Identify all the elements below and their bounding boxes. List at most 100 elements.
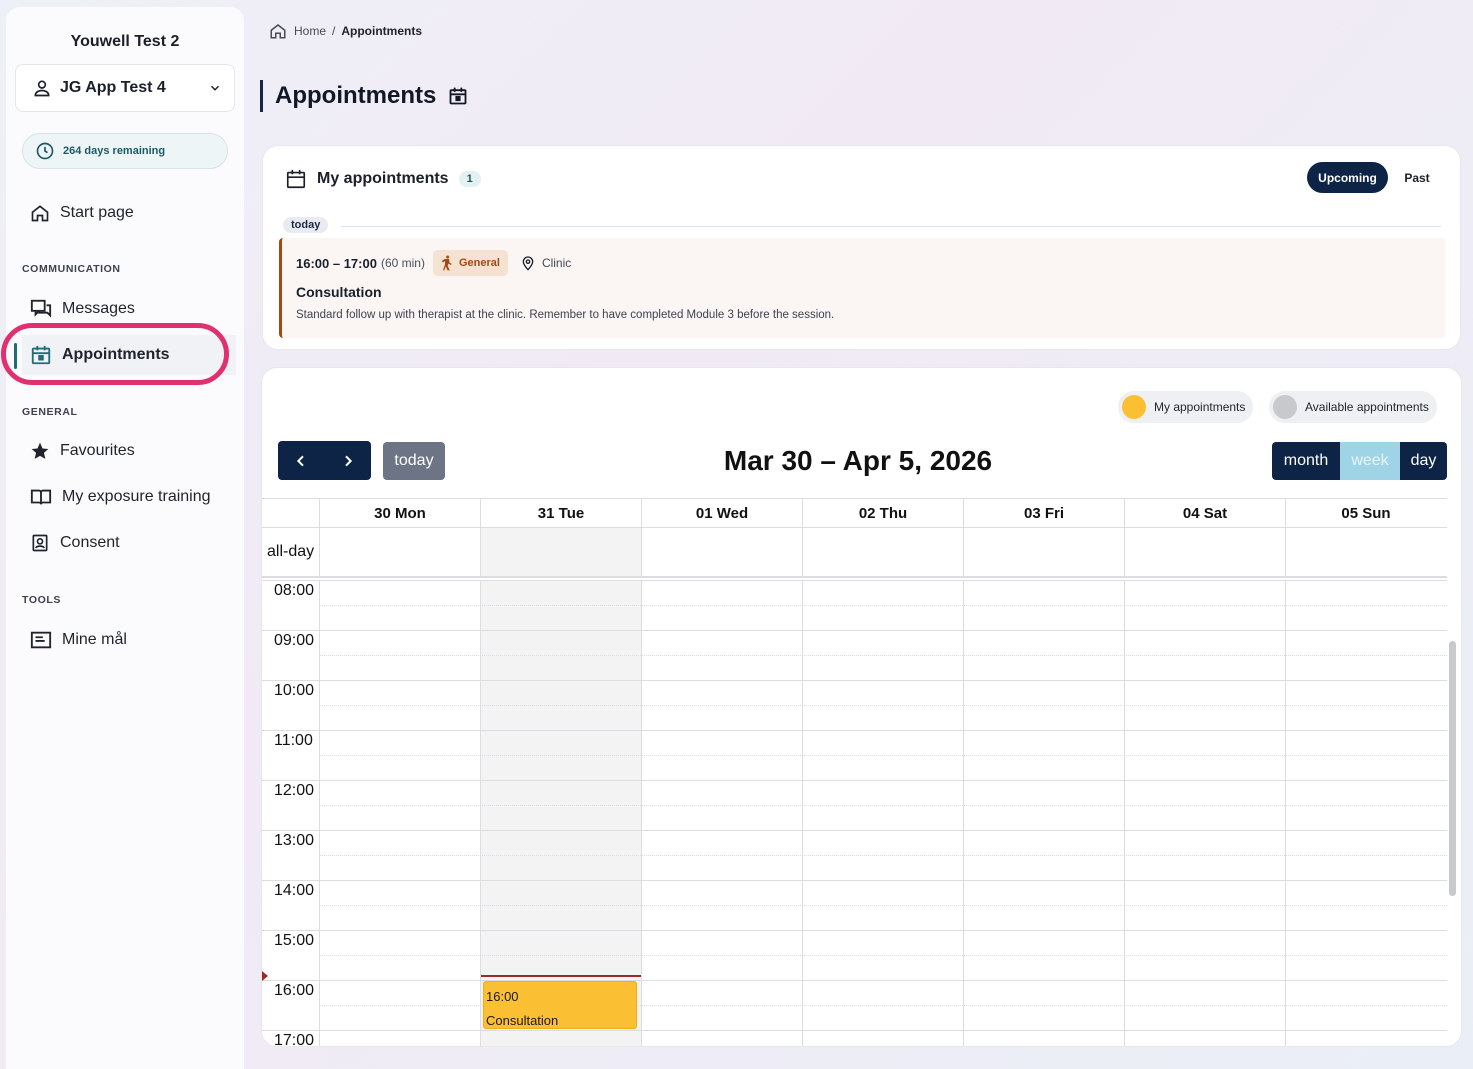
- location-pin-icon: [522, 256, 534, 271]
- current-time-arrow: [262, 971, 268, 981]
- half-hour-line: [320, 605, 1447, 606]
- category-badge: General: [432, 250, 508, 276]
- legend-available-appointments: Available appointments: [1269, 391, 1437, 423]
- section-general: GENERAL: [22, 406, 78, 418]
- day-header: 31 Tue: [480, 499, 641, 528]
- half-hour-line: [320, 805, 1447, 806]
- calendar-card: My appointments Available appointments t…: [261, 367, 1462, 1047]
- legend-label: My appointments: [1154, 400, 1246, 414]
- legend-dot-mine: [1122, 395, 1146, 419]
- time-label: 11:00: [274, 732, 313, 749]
- calendar-icon: [31, 345, 51, 365]
- section-communication: COMMUNICATION: [22, 263, 121, 275]
- time-label: 16:00: [274, 982, 315, 999]
- breadcrumb: Home / Appointments: [268, 22, 422, 40]
- sidebar-item-label: My exposure training: [62, 488, 211, 505]
- sidebar: Youwell Test 2 JG App Test 4 264 days re…: [6, 7, 244, 1069]
- all-day-cell[interactable]: [963, 528, 1124, 576]
- sidebar-item-messages[interactable]: Messages: [22, 289, 236, 329]
- half-hour-line: [320, 655, 1447, 656]
- sidebar-item-start-page[interactable]: Start page: [22, 193, 236, 233]
- day-column[interactable]: [319, 580, 480, 1046]
- org-name: Youwell Test 2: [70, 33, 180, 50]
- view-week-button[interactable]: week: [1340, 442, 1400, 480]
- sidebar-item-appointments[interactable]: Appointments: [14, 335, 236, 375]
- all-day-cell[interactable]: [641, 528, 802, 576]
- day-column[interactable]: [1285, 580, 1446, 1046]
- appointment-duration: (60 min): [380, 256, 425, 270]
- upcoming-toggle[interactable]: Upcoming: [1307, 162, 1388, 193]
- time-label: 17:00: [274, 1032, 315, 1047]
- sidebar-item-consent[interactable]: Consent: [22, 523, 236, 563]
- all-day-cell[interactable]: [480, 528, 641, 576]
- appointments-count-badge: 1: [458, 171, 481, 187]
- hour-line: [262, 630, 1447, 631]
- current-time-line: [481, 975, 641, 977]
- sidebar-item-label: Mine mål: [62, 631, 127, 648]
- my-appointments-header: My appointments 1: [285, 168, 481, 190]
- days-remaining-badge: 264 days remaining: [22, 133, 228, 169]
- day-header: 02 Thu: [802, 499, 963, 528]
- hour-line: [262, 830, 1447, 831]
- day-header: 03 Fri: [963, 499, 1124, 528]
- time-label: 09:00: [274, 632, 315, 649]
- all-day-cell[interactable]: [1285, 528, 1446, 576]
- time-label: 13:00: [274, 832, 315, 849]
- day-column[interactable]: [963, 580, 1124, 1046]
- all-day-cell[interactable]: [319, 528, 480, 576]
- today-chip: today: [283, 217, 329, 233]
- day-header: 01 Wed: [641, 499, 802, 528]
- day-column[interactable]: [641, 580, 802, 1046]
- past-toggle[interactable]: Past: [1395, 162, 1439, 193]
- breadcrumb-home[interactable]: Home: [294, 24, 326, 38]
- day-column[interactable]: [802, 580, 963, 1046]
- sidebar-item-mine-mal[interactable]: Mine mål: [22, 620, 236, 660]
- sidebar-item-label: Favourites: [60, 442, 135, 459]
- person-walking-icon: [441, 255, 452, 271]
- hour-line: [262, 1030, 1447, 1031]
- legend-dot-available: [1273, 395, 1297, 419]
- home-icon[interactable]: [268, 22, 288, 40]
- user-icon: [34, 80, 50, 97]
- badge-icon: [32, 534, 48, 552]
- appointment-time: 16:00 – 17:00: [296, 255, 377, 271]
- hour-line: [262, 730, 1447, 731]
- time-grid[interactable]: 08:00 09:00 10:00 11:00 12:00 13:00 14:00 15:00…: [262, 580, 1447, 1047]
- sidebar-item-label: Start page: [60, 204, 134, 221]
- category-label: General: [458, 257, 500, 269]
- all-day-cell[interactable]: [802, 528, 963, 576]
- user-select[interactable]: JG App Test 4: [15, 64, 235, 112]
- hour-line: [262, 980, 1447, 981]
- hour-line: [262, 780, 1447, 781]
- view-day-button[interactable]: day: [1400, 442, 1447, 480]
- day-header: 30 Mon: [319, 499, 480, 528]
- hour-line: [262, 880, 1447, 881]
- sidebar-item-label: Appointments: [62, 346, 170, 363]
- all-day-cell[interactable]: [1124, 528, 1285, 576]
- breadcrumb-separator: /: [332, 24, 336, 38]
- time-label: 10:00: [274, 682, 315, 699]
- calendar-scrollbar[interactable]: [1449, 641, 1456, 896]
- hour-line: [262, 680, 1447, 681]
- day-column[interactable]: [1124, 580, 1285, 1046]
- clock-icon: [36, 142, 54, 160]
- view-month-button[interactable]: month: [1272, 442, 1340, 480]
- section-tools: TOOLS: [22, 594, 61, 606]
- appointment-entry[interactable]: 16:00 – 17:00 (60 min) General Clinic Co…: [279, 238, 1445, 338]
- half-hour-line: [320, 755, 1447, 756]
- time-label: 08:00: [274, 582, 315, 599]
- location: Clinic: [520, 254, 571, 272]
- time-label: 15:00: [274, 932, 315, 949]
- event-time: 16:00: [486, 989, 519, 1004]
- home-icon: [31, 205, 49, 222]
- calendar-event[interactable]: 16:00 Consultation: [483, 981, 637, 1029]
- day-header: 05 Sun: [1285, 499, 1446, 528]
- chat-icon: [30, 299, 52, 318]
- chevron-down-icon: [210, 85, 220, 91]
- breadcrumb-current: Appointments: [341, 24, 423, 38]
- sidebar-item-exposure-training[interactable]: My exposure training: [22, 477, 236, 517]
- location-label: Clinic: [541, 256, 572, 270]
- sidebar-item-favourites[interactable]: Favourites: [22, 431, 236, 471]
- divider: [341, 226, 1441, 227]
- list-card-icon: [30, 631, 52, 649]
